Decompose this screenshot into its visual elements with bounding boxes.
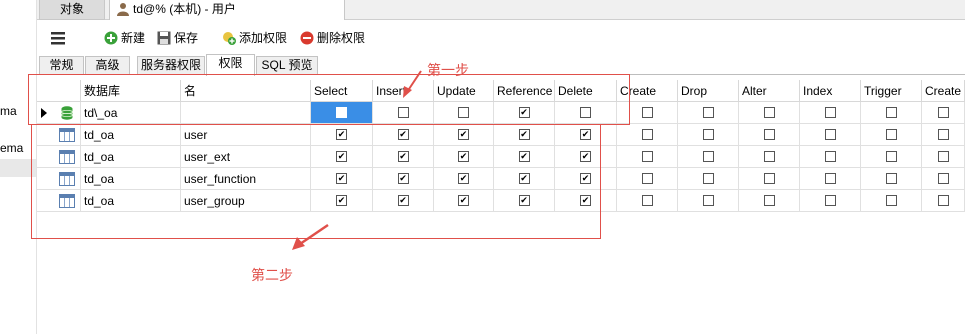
privilege-checkbox[interactable] [824, 129, 836, 140]
privilege-cell [861, 168, 922, 190]
tab-server-privileges[interactable]: 服务器权限 [137, 56, 205, 75]
privilege-cell [922, 124, 965, 146]
privilege-checkbox[interactable] [824, 107, 836, 118]
user-icon [117, 3, 129, 16]
privilege-cell [678, 102, 739, 124]
privilege-checkbox[interactable] [885, 107, 897, 118]
hamburger-icon [51, 32, 65, 45]
privilege-cell [861, 102, 922, 124]
tab-sql-preview[interactable]: SQL 预览 [256, 56, 318, 75]
privilege-cell [739, 124, 800, 146]
toolbar: 新建 保存 添加权限 删除权限 [37, 21, 965, 54]
privilege-cell [800, 102, 861, 124]
privilege-cell [617, 190, 678, 212]
tab-privileges[interactable]: 权限 [206, 54, 255, 76]
privilege-checkbox[interactable] [824, 195, 836, 206]
privilege-checkbox[interactable] [937, 173, 949, 184]
privilege-cell [922, 168, 965, 190]
tab-advanced[interactable]: 高级 [85, 56, 130, 75]
annotation-step2-label: 第二步 [251, 268, 293, 284]
privilege-checkbox[interactable] [702, 195, 714, 206]
privilege-checkbox[interactable] [824, 173, 836, 184]
privilege-cell [739, 146, 800, 168]
column-header[interactable]: Trigger [861, 80, 922, 102]
column-header[interactable]: Drop [678, 80, 739, 102]
privilege-cell [739, 102, 800, 124]
save-icon [157, 31, 171, 45]
privilege-cell [922, 146, 965, 168]
save-label: 保存 [174, 31, 199, 45]
privilege-checkbox[interactable] [763, 129, 775, 140]
column-header[interactable]: Index [800, 80, 861, 102]
privilege-cell [861, 146, 922, 168]
tab-general[interactable]: 常规 [39, 56, 84, 75]
privilege-checkbox[interactable] [641, 107, 653, 118]
privilege-cell [800, 168, 861, 190]
new-button[interactable]: 新建 [104, 29, 145, 47]
privilege-checkbox[interactable] [641, 195, 653, 206]
privilege-checkbox[interactable] [937, 107, 949, 118]
privilege-checkbox[interactable] [763, 151, 775, 162]
arrow-step2-icon [292, 223, 329, 250]
column-header[interactable]: Alter [739, 80, 800, 102]
privilege-cell [800, 146, 861, 168]
tab-user-label: td@% (本机) - 用户 [133, 2, 236, 16]
add-privilege-icon [223, 32, 236, 45]
tab-objects[interactable]: 对象 [39, 0, 105, 20]
privilege-checkbox[interactable] [885, 173, 897, 184]
save-button[interactable]: 保存 [157, 29, 198, 47]
privilege-cell [861, 124, 922, 146]
privilege-checkbox[interactable] [641, 151, 653, 162]
document-tabs: 对象 td@% (本机) - 用户 [37, 0, 965, 20]
tab-user[interactable]: td@% (本机) - 用户 [109, 0, 345, 20]
menu-button[interactable] [51, 29, 68, 47]
annotation-step1-box [28, 74, 630, 125]
column-header[interactable]: Create [922, 80, 965, 102]
delete-privilege-icon [300, 31, 314, 45]
plus-icon [104, 31, 118, 45]
privilege-checkbox[interactable] [641, 173, 653, 184]
privilege-cell [739, 190, 800, 212]
privilege-checkbox[interactable] [763, 173, 775, 184]
privilege-checkbox[interactable] [885, 195, 897, 206]
privilege-cell [678, 190, 739, 212]
delete-privilege-button[interactable]: 删除权限 [300, 29, 365, 47]
privilege-cell [922, 190, 965, 212]
privilege-cell [800, 190, 861, 212]
privilege-cell [678, 168, 739, 190]
delete-privilege-label: 删除权限 [317, 31, 366, 45]
privilege-checkbox[interactable] [937, 151, 949, 162]
privilege-checkbox[interactable] [885, 151, 897, 162]
sub-tabs: 常规 高级 服务器权限 权限 SQL 预览 [37, 54, 965, 76]
privilege-checkbox[interactable] [702, 107, 714, 118]
privilege-checkbox[interactable] [702, 129, 714, 140]
privilege-checkbox[interactable] [702, 173, 714, 184]
privilege-cell [617, 168, 678, 190]
add-privilege-label: 添加权限 [239, 31, 288, 45]
privilege-checkbox[interactable] [824, 151, 836, 162]
annotation-step1-label: 第一步 [427, 63, 469, 79]
privilege-cell [922, 102, 965, 124]
privilege-cell [800, 124, 861, 146]
privilege-cell [617, 146, 678, 168]
new-label: 新建 [121, 31, 146, 45]
privilege-checkbox[interactable] [763, 107, 775, 118]
arrow-step1-icon [403, 70, 422, 98]
privilege-checkbox[interactable] [763, 195, 775, 206]
privilege-checkbox[interactable] [937, 129, 949, 140]
privilege-checkbox[interactable] [885, 129, 897, 140]
privilege-cell [678, 146, 739, 168]
privilege-checkbox[interactable] [641, 129, 653, 140]
privilege-checkbox[interactable] [937, 195, 949, 206]
privilege-cell [617, 124, 678, 146]
privilege-checkbox[interactable] [702, 151, 714, 162]
privilege-cell [678, 124, 739, 146]
left-panel-item[interactable]: ema [0, 141, 23, 155]
add-privilege-button[interactable]: 添加权限 [222, 29, 287, 47]
left-panel-item[interactable]: ma [0, 104, 17, 118]
privilege-cell [739, 168, 800, 190]
privilege-cell [861, 190, 922, 212]
